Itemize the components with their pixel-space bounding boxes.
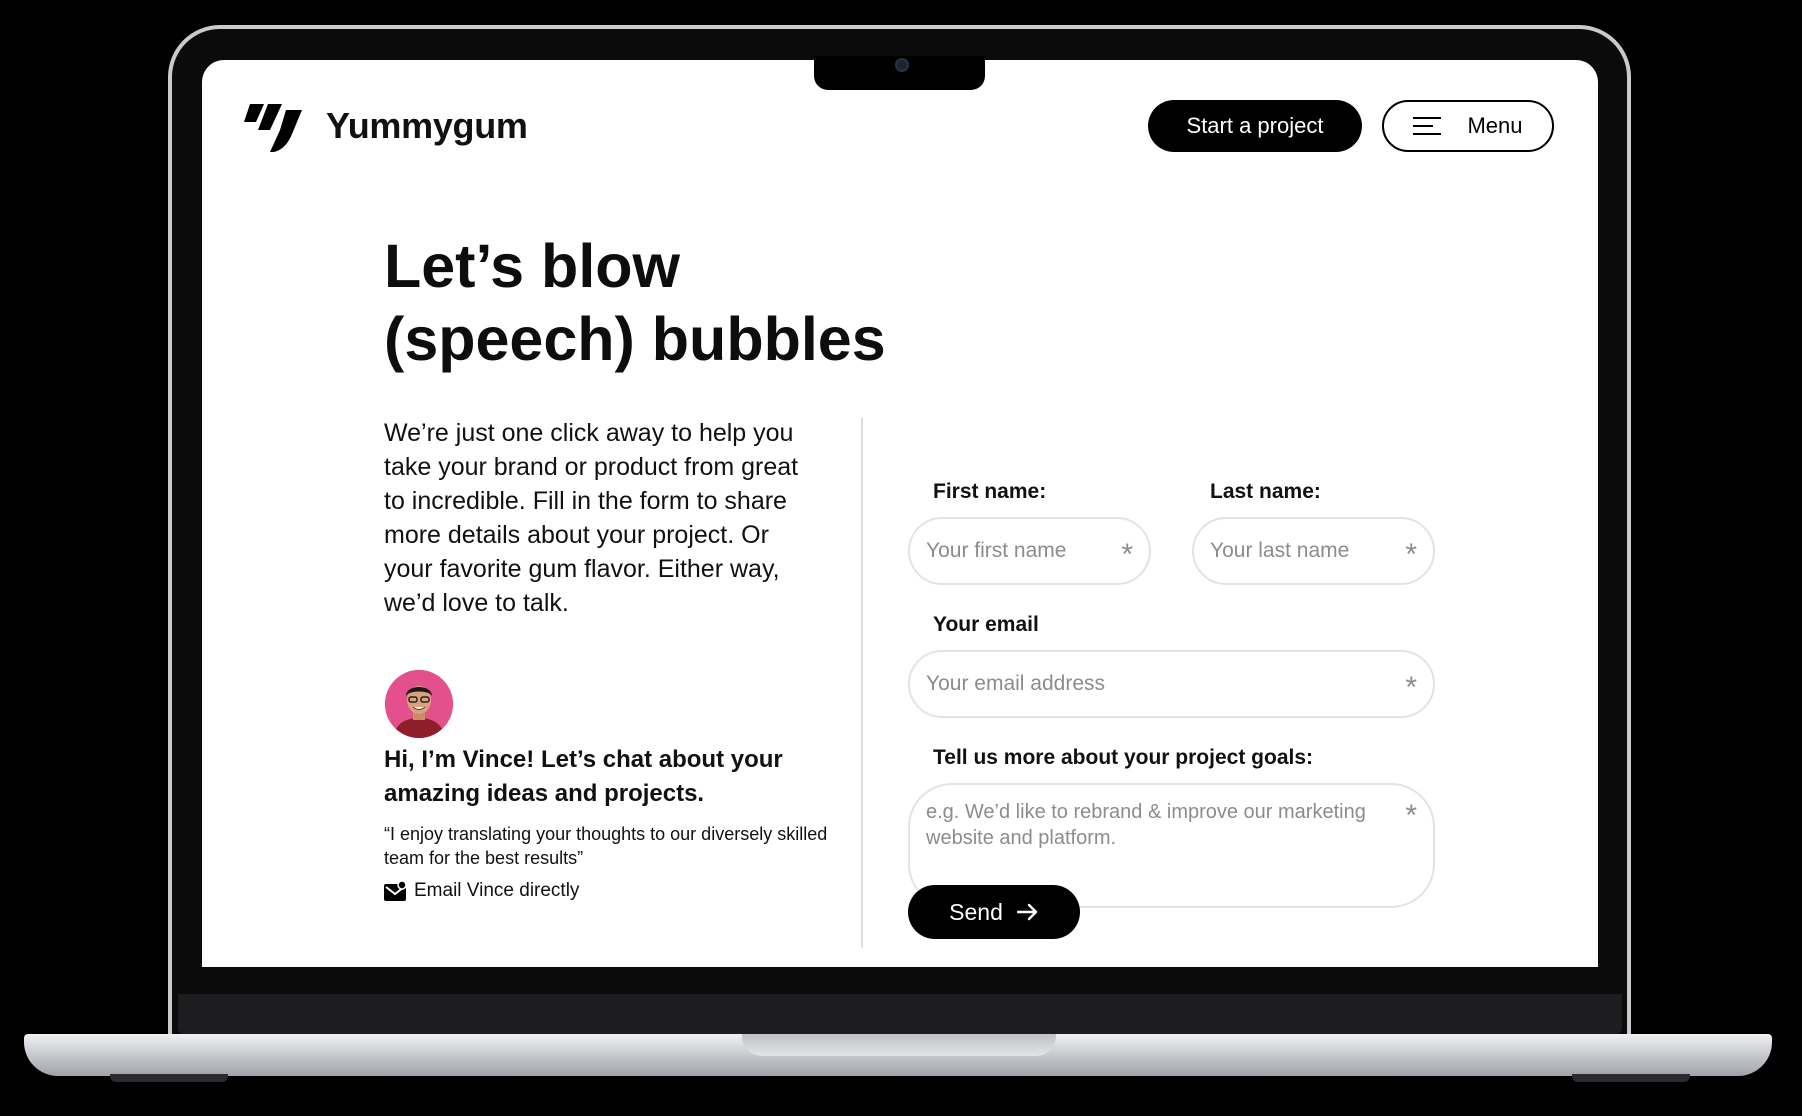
email-placeholder: Your email address	[926, 672, 1105, 695]
arrow-right-icon	[1016, 903, 1038, 921]
headline-line-1: Let’s blow	[384, 232, 680, 300]
intro-text: We’re just one click away to help you ta…	[384, 419, 799, 617]
contact-person-title: Hi, I’m Vince! Let’s chat about your ama…	[384, 746, 783, 807]
headline-line-2: (speech) bubbles	[384, 305, 886, 373]
send-button-label: Send	[949, 898, 1003, 925]
laptop-chin	[178, 994, 1622, 1034]
last-name-label: Last name:	[1210, 480, 1321, 503]
screen: Yummygum Start a project Menu Let’s blow…	[202, 60, 1598, 967]
brand-name[interactable]: Yummygum	[326, 105, 528, 147]
email-vince-link[interactable]: Email Vince directly	[384, 880, 579, 902]
send-button[interactable]: Send	[908, 885, 1080, 939]
required-marker: *	[1405, 671, 1417, 704]
yummygum-logo-icon[interactable]	[244, 100, 302, 154]
first-name-label: First name:	[933, 480, 1047, 503]
project-goals-label: Tell us more about your project goals:	[933, 746, 1313, 769]
mail-icon	[384, 881, 406, 901]
email-field[interactable]: Your email address *	[908, 650, 1435, 718]
camera-icon	[895, 58, 909, 72]
hamburger-icon	[1413, 117, 1442, 135]
laptop-foot-left	[110, 1074, 228, 1082]
email-label: Your email	[933, 613, 1039, 636]
first-name-placeholder: Your first name	[926, 539, 1067, 562]
first-name-field[interactable]: Your first name *	[908, 517, 1151, 585]
last-name-placeholder: Your last name	[1210, 539, 1350, 562]
email-vince-label: Email Vince directly	[414, 880, 580, 901]
required-marker: *	[1121, 538, 1133, 571]
menu-button-label: Menu	[1467, 113, 1523, 138]
start-project-button[interactable]: Start a project	[1148, 100, 1362, 152]
project-goals-placeholder: e.g. We’d like to rebrand & improve our …	[926, 801, 1366, 849]
required-marker: *	[1405, 538, 1417, 571]
laptop-base-notch	[742, 1034, 1056, 1056]
contact-person-quote: “I enjoy translating your thoughts to ou…	[384, 824, 828, 868]
menu-button[interactable]: Menu	[1382, 100, 1554, 152]
avatar	[385, 670, 453, 738]
laptop-foot-right	[1572, 1074, 1690, 1082]
required-marker: *	[1405, 799, 1417, 832]
page-title: Let’s blow (speech) bubbles	[384, 230, 1084, 376]
last-name-field[interactable]: Your last name *	[1192, 517, 1435, 585]
column-divider	[861, 418, 863, 948]
